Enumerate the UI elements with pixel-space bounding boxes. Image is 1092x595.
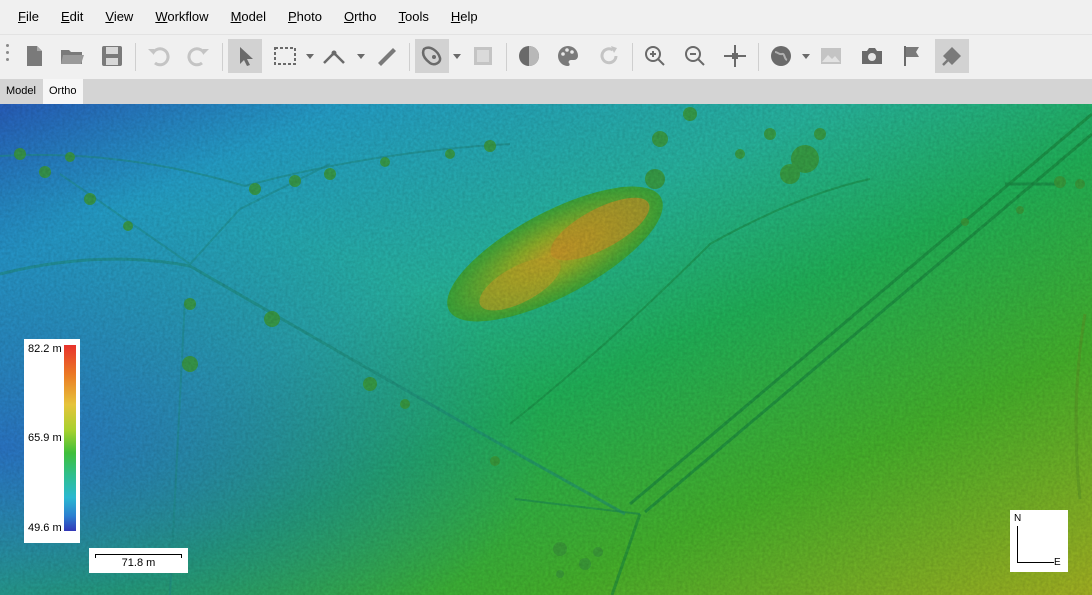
flag-icon [904,46,919,66]
north-label: N [1014,513,1022,524]
camera-icon [862,48,882,64]
menu-ortho[interactable]: Ortho [333,0,388,34]
navigation-pointer-icon [240,47,253,66]
menu-view[interactable]: View [94,0,144,34]
contrast-button[interactable] [512,39,546,73]
redo-icon [187,47,209,67]
undo-icon [148,47,170,67]
legend-mid-label: 65.9 m [28,432,62,444]
save-icon [102,46,122,66]
separator [135,43,136,71]
ruler-icon [323,50,345,64]
palette-icon [558,46,578,66]
menu-workflow[interactable]: Workflow [144,0,219,34]
legend-max-label: 82.2 m [28,343,62,355]
refresh-button[interactable] [592,39,626,73]
measure-icon [378,48,396,66]
open-button[interactable] [55,39,89,73]
new-document-icon [27,46,42,66]
redo-button[interactable] [182,39,216,73]
elevation-legend: 82.2 m 65.9 m 49.6 m [24,339,80,543]
draw-polygon-icon [421,46,442,66]
separator [409,43,410,71]
tab-ortho[interactable]: Ortho [43,79,83,104]
menu-tools[interactable]: Tools [388,0,440,34]
image-overlay-button[interactable] [466,39,500,73]
undo-button[interactable] [141,39,175,73]
east-label: E [1054,557,1061,568]
new-document-button[interactable] [17,39,51,73]
scale-bar: 71.8 m [89,548,188,573]
palette-button[interactable] [551,39,585,73]
flag-button[interactable] [895,39,929,73]
tab-model[interactable]: Model [0,79,42,104]
rectangle-selection-icon [274,47,296,65]
separator [222,43,223,71]
refresh-icon [600,46,618,65]
north-axis [1017,526,1018,563]
separator [758,43,759,71]
separator [632,43,633,71]
toolbar-grip[interactable] [6,44,10,68]
menu-file[interactable]: File [0,0,50,34]
image-overlay-icon [474,47,492,65]
reset-view-icon [724,45,746,67]
navigation-button[interactable] [228,39,262,73]
toolbar [0,34,1092,76]
globe-icon [771,46,791,66]
rectangle-selection-button[interactable] [268,39,302,73]
mark-button[interactable] [935,39,969,73]
legend-min-label: 49.6 m [28,522,62,534]
view-tabs: Model Ortho [0,79,1092,104]
scale-label: 71.8 m [121,557,156,569]
globe-button[interactable] [764,39,798,73]
draw-polygon-button[interactable] [415,39,449,73]
open-folder-icon [61,50,84,64]
camera-button[interactable] [855,39,889,73]
separator [506,43,507,71]
chevron-down-icon[interactable] [306,54,314,59]
ruler-button[interactable] [318,39,352,73]
zoom-in-button[interactable] [638,39,672,73]
mosaic-button[interactable] [814,39,848,73]
zoom-out-button[interactable] [678,39,712,73]
zoom-out-icon [685,46,705,66]
menu-photo[interactable]: Photo [277,0,333,34]
menu-help[interactable]: Help [440,0,489,34]
contrast-icon [519,46,539,66]
ortho-viewport[interactable]: 82.2 m 65.9 m 49.6 m 71.8 m N E [0,104,1092,595]
chevron-down-icon[interactable] [453,54,461,59]
menu-bar: File Edit View Workflow Model Photo Orth… [0,0,1092,34]
measure-button[interactable] [369,39,403,73]
color-ramp [64,345,76,531]
zoom-in-icon [645,46,665,66]
chevron-down-icon[interactable] [357,54,365,59]
north-arrow: N E [1010,510,1068,572]
reset-view-button[interactable] [718,39,752,73]
save-button[interactable] [95,39,129,73]
mosaic-icon [821,48,841,64]
mark-icon [942,47,961,66]
chevron-down-icon[interactable] [802,54,810,59]
elevation-map[interactable] [0,104,1092,595]
menu-edit[interactable]: Edit [50,0,94,34]
menu-model[interactable]: Model [220,0,277,34]
east-axis [1017,562,1054,563]
